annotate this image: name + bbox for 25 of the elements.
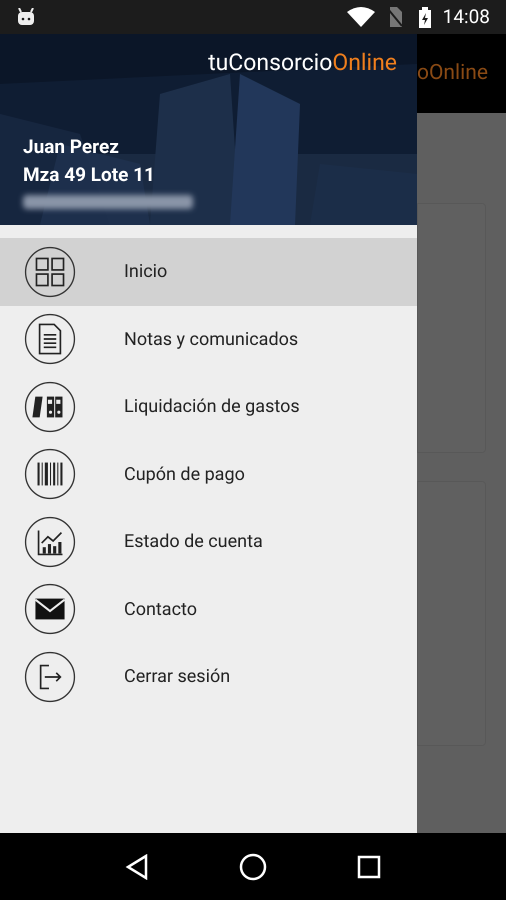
home-icon[interactable] bbox=[239, 852, 267, 880]
app-title: oOnline bbox=[417, 60, 488, 87]
document-icon bbox=[24, 313, 76, 366]
menu-item[interactable]: Notas y comunicados bbox=[0, 306, 417, 373]
wifi-icon bbox=[346, 7, 375, 27]
barcode-icon bbox=[24, 448, 76, 500]
app-logo: tuConsorcioOnline bbox=[208, 48, 397, 78]
chart-icon bbox=[24, 516, 76, 568]
menu-item[interactable]: Cupón de pago bbox=[0, 440, 417, 508]
menu-item[interactable]: Estado de cuenta bbox=[0, 508, 417, 576]
back-icon[interactable] bbox=[125, 854, 149, 880]
envelope-icon bbox=[24, 583, 76, 636]
recents-icon[interactable] bbox=[357, 854, 381, 878]
user-name: Juan Perez bbox=[23, 134, 119, 160]
robot-icon bbox=[16, 8, 36, 26]
binders-icon bbox=[24, 380, 76, 433]
menu-item[interactable]: Cerrar sesión bbox=[0, 643, 417, 710]
battery-charging-icon bbox=[418, 6, 431, 28]
menu-item[interactable]: Liquidación de gastos bbox=[0, 373, 417, 440]
clock: 14:08 bbox=[442, 4, 490, 30]
menu-item[interactable]: Contacto bbox=[0, 576, 417, 643]
grid-icon bbox=[24, 246, 76, 298]
logout-icon bbox=[24, 650, 76, 703]
menu-item[interactable]: Inicio bbox=[0, 238, 417, 306]
user-unit: Mza 49 Lote 11 bbox=[23, 162, 155, 188]
